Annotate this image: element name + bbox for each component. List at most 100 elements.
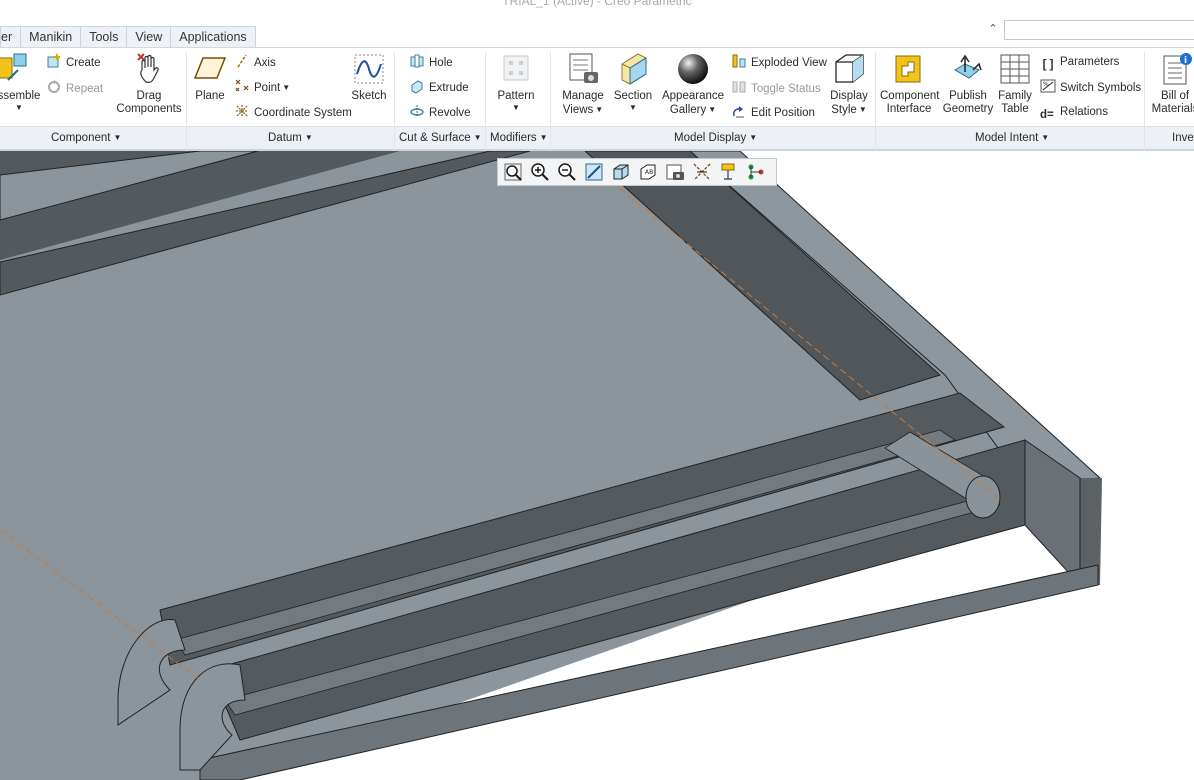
plane-button[interactable]: Plane [192, 52, 228, 103]
tab-view[interactable]: View [126, 26, 172, 47]
create-button[interactable]: Create [46, 53, 101, 71]
svg-text:i: i [1184, 56, 1187, 66]
display-style-icon[interactable] [610, 161, 632, 183]
plane-icon [193, 52, 227, 86]
component-interface-label-2: Interface [886, 103, 932, 115]
tab-applications[interactable]: Applications [170, 26, 256, 47]
repaint-icon[interactable] [583, 161, 605, 183]
axis-icon [234, 53, 250, 69]
group-datum[interactable]: Datum ▼ [268, 132, 313, 144]
pattern-icon [499, 52, 533, 86]
exploded-label: Exploded View [751, 57, 827, 69]
svg-text:%: % [1043, 81, 1049, 88]
collapse-ribbon-icon[interactable]: ⌃ [986, 22, 1000, 36]
datum-display-icon[interactable] [691, 161, 713, 183]
component-interface-button[interactable]: Component Interface [880, 52, 939, 116]
revolve-icon [409, 103, 425, 119]
spin-center-icon[interactable] [745, 161, 767, 183]
exploded-view-button[interactable]: Exploded View [731, 53, 827, 71]
switch-symbols-label: Switch Symbols [1060, 82, 1142, 94]
group-separator [1144, 127, 1145, 151]
refit-icon[interactable] [502, 161, 524, 183]
group-investigate[interactable]: Inves [1172, 132, 1194, 144]
tab-manikin[interactable]: Manikin [20, 26, 82, 47]
appearance-gallery-button[interactable]: Appearance Gallery ▼ [660, 52, 726, 117]
csys-icon [234, 103, 250, 119]
revolve-button[interactable]: Revolve [409, 103, 471, 121]
manage-views-icon [566, 52, 600, 86]
repeat-button[interactable]: Repeat [46, 79, 103, 97]
sketch-label: Sketch [351, 90, 387, 102]
extrude-icon [409, 78, 425, 94]
tab-partial[interactable]: er [0, 26, 22, 47]
tab-tools[interactable]: Tools [80, 26, 128, 47]
section-button[interactable]: Section ▼ [612, 52, 654, 113]
publish-label-2: Geometry [942, 103, 994, 115]
annotation-display-icon[interactable] [718, 161, 740, 183]
hole-button[interactable]: Hole [409, 53, 453, 71]
publish-geometry-button[interactable]: Publish Geometry [941, 52, 995, 116]
group-modifiers[interactable]: Modifiers ▼ [490, 132, 548, 144]
group-model-display-label: Model Display [674, 132, 747, 144]
assemble-button[interactable]: ssemble ▼ [0, 52, 42, 113]
group-separator [550, 127, 551, 151]
bom-label-2: Materials [1151, 103, 1194, 115]
saved-orientations-icon[interactable]: AB [637, 161, 659, 183]
family-label-1: Family [998, 90, 1032, 102]
point-label: Point [254, 82, 281, 94]
pattern-button[interactable]: Pattern ▼ [494, 52, 538, 113]
extrude-label: Extrude [429, 82, 469, 94]
manage-label-2-text: Views [562, 104, 594, 116]
group-cut-label: Cut & Surface [399, 132, 471, 144]
search-input[interactable] [1004, 20, 1194, 40]
appearance-label-2-text: Gallery [669, 104, 707, 116]
zoom-in-icon[interactable] [529, 161, 551, 183]
create-label: Create [66, 57, 101, 69]
parameters-button[interactable]: [ ] Parameters [1040, 53, 1120, 71]
drag-components-button[interactable]: Drag Components [116, 52, 182, 116]
group-datum-label: Datum [268, 132, 302, 144]
zoom-out-icon[interactable] [556, 161, 578, 183]
group-model-display[interactable]: Model Display ▼ [674, 132, 757, 144]
repeat-label: Repeat [66, 83, 104, 95]
assemble-label: ssemble [0, 90, 41, 102]
section-label: Section [613, 90, 653, 102]
appearance-sphere-icon [676, 52, 710, 86]
edit-position-button[interactable]: Edit Position [731, 103, 815, 121]
graphics-window[interactable] [0, 151, 1194, 780]
hole-label: Hole [429, 57, 453, 69]
hole-icon [409, 53, 425, 69]
toggle-status-button[interactable]: Toggle Status [731, 79, 821, 97]
manage-views-button[interactable]: Manage Views ▼ [558, 52, 608, 117]
group-model-intent[interactable]: Model Intent ▼ [975, 132, 1049, 144]
display-style-button[interactable]: Display Style ▼ [828, 52, 870, 117]
switch-symbols-button[interactable]: % Switch Symbols [1040, 78, 1141, 96]
axis-button[interactable]: Axis [234, 53, 276, 71]
display-style-cube-icon [832, 52, 866, 86]
revolve-label: Revolve [429, 107, 471, 119]
appearance-label-2: Gallery ▼ [669, 104, 717, 116]
edit-position-label: Edit Position [751, 107, 815, 119]
sketch-button[interactable]: Sketch [350, 52, 388, 103]
family-table-button[interactable]: Family Table [997, 52, 1033, 116]
plane-label: Plane [195, 90, 225, 102]
point-button[interactable]: Point ▼ [234, 78, 290, 96]
view-manager-icon[interactable] [664, 161, 686, 183]
bill-of-materials-button[interactable]: i Bill of Materials [1150, 52, 1194, 116]
switch-symbols-icon: % [1040, 78, 1056, 94]
relations-button[interactable]: d= Relations [1040, 103, 1108, 121]
model-3d-view[interactable] [0, 151, 1194, 780]
assemble-icon [0, 52, 30, 86]
publish-geometry-icon [951, 52, 985, 86]
bill-of-materials-icon: i [1158, 52, 1192, 86]
coordinate-system-button[interactable]: Coordinate System [234, 103, 352, 121]
extrude-button[interactable]: Extrude [409, 78, 469, 96]
group-component[interactable]: Component ▼ [51, 132, 121, 144]
group-model-intent-label: Model Intent [975, 132, 1039, 144]
group-separator [394, 127, 395, 151]
family-label-2: Table [1001, 103, 1029, 115]
repeat-icon [46, 79, 62, 95]
toggle-label: Toggle Status [751, 83, 821, 95]
group-cut-surface[interactable]: Cut & Surface ▼ [399, 132, 482, 144]
csys-label: Coordinate System [254, 107, 352, 119]
